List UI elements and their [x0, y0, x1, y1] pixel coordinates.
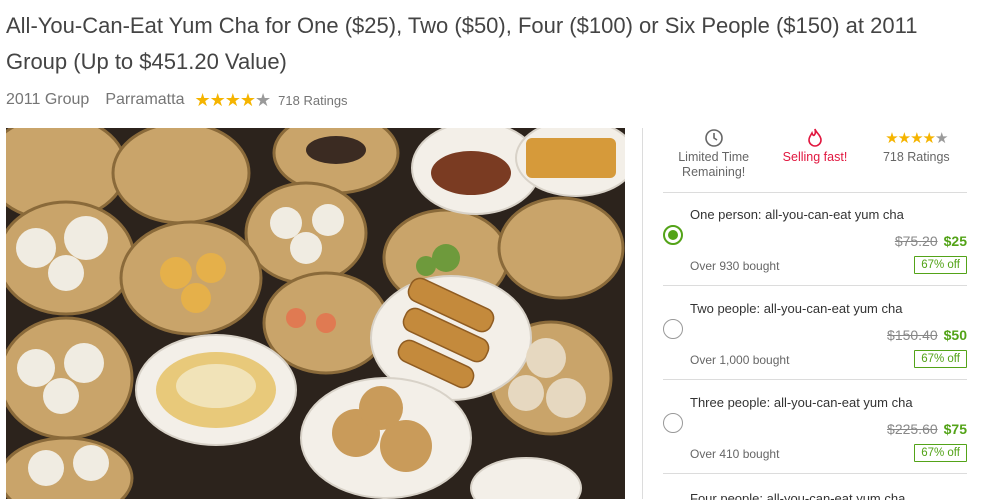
star-icon: ★	[922, 129, 936, 147]
deal-image[interactable]	[6, 128, 625, 499]
option-prices: $75.20 $25	[895, 233, 967, 249]
ratings-label: 718 Ratings	[882, 150, 950, 164]
option-name: Two people: all-you-can-eat yum cha	[690, 301, 903, 316]
rating-stars: ★ ★ ★ ★ ★	[194, 90, 271, 110]
deal-title: All-You-Can-Eat Yum Cha for One ($25), T…	[6, 13, 918, 74]
bought-count: Over 1,000 bought	[690, 353, 790, 367]
flame-icon	[764, 128, 865, 148]
deal-price: $25	[943, 233, 967, 249]
star-icon: ★	[255, 90, 271, 110]
star-icon: ★	[224, 90, 241, 110]
merchant-link[interactable]: 2011 Group	[6, 91, 89, 109]
star-icon: ★	[910, 129, 923, 147]
discount-badge: 67% off	[914, 350, 967, 368]
option-radio[interactable]	[663, 225, 683, 245]
ratings-badge[interactable]: ★ ★ ★ ★ ★ 718 Ratings	[866, 128, 967, 192]
option-name: One person: all-you-can-eat yum cha	[690, 207, 904, 222]
bought-count: Over 410 bought	[690, 447, 780, 461]
option-prices: $150.40 $50	[887, 327, 967, 343]
ratings-count[interactable]: 718 Ratings	[278, 93, 347, 108]
selling-fast-label: Selling fast!	[782, 150, 848, 164]
option-one-person[interactable]: One person: all-you-can-eat yum cha $75.…	[663, 192, 967, 286]
option-radio[interactable]	[663, 413, 683, 433]
star-icon: ★	[935, 129, 948, 147]
original-price: $225.60	[887, 421, 938, 437]
star-icon: ★	[209, 90, 226, 110]
option-two-people[interactable]: Two people: all-you-can-eat yum cha $150…	[663, 286, 967, 380]
badge-rating-stars: ★ ★ ★ ★ ★	[866, 128, 967, 148]
star-icon: ★	[885, 129, 898, 147]
star-icon: ★	[194, 90, 210, 110]
option-three-people[interactable]: Three people: all-you-can-eat yum cha $2…	[663, 380, 967, 474]
limited-time-badge: Limited Time Remaining!	[663, 128, 764, 192]
bought-count: Over 930 bought	[690, 259, 780, 273]
original-price: $75.20	[894, 233, 938, 249]
discount-badge: 67% off	[914, 256, 967, 274]
deal-meta: 2011 Group Parramatta ★ ★ ★ ★ ★ 718 Ratings	[6, 88, 348, 112]
option-name: Three people: all-you-can-eat yum cha	[690, 395, 913, 410]
deal-price: $75	[943, 421, 967, 437]
original-price: $150.40	[887, 327, 938, 343]
clock-icon	[663, 128, 764, 148]
option-prices: $225.60 $75	[887, 421, 967, 437]
star-icon: ★	[239, 90, 256, 110]
option-radio[interactable]	[663, 319, 683, 339]
option-four-people[interactable]: Four people: all-you-can-eat yum cha	[663, 480, 967, 500]
limited-time-label: Limited Time Remaining!	[678, 150, 750, 179]
yum-cha-photo	[6, 128, 625, 499]
discount-badge: 67% off	[914, 444, 967, 462]
deal-options-panel: Limited Time Remaining! Selling fast! ★ ★…	[642, 128, 1000, 500]
selling-fast-badge: Selling fast!	[764, 128, 865, 192]
location-link[interactable]: Parramatta	[105, 91, 184, 109]
deal-badges: Limited Time Remaining! Selling fast! ★ ★…	[663, 128, 967, 193]
deal-price: $50	[943, 327, 967, 343]
star-icon: ★	[897, 129, 911, 147]
